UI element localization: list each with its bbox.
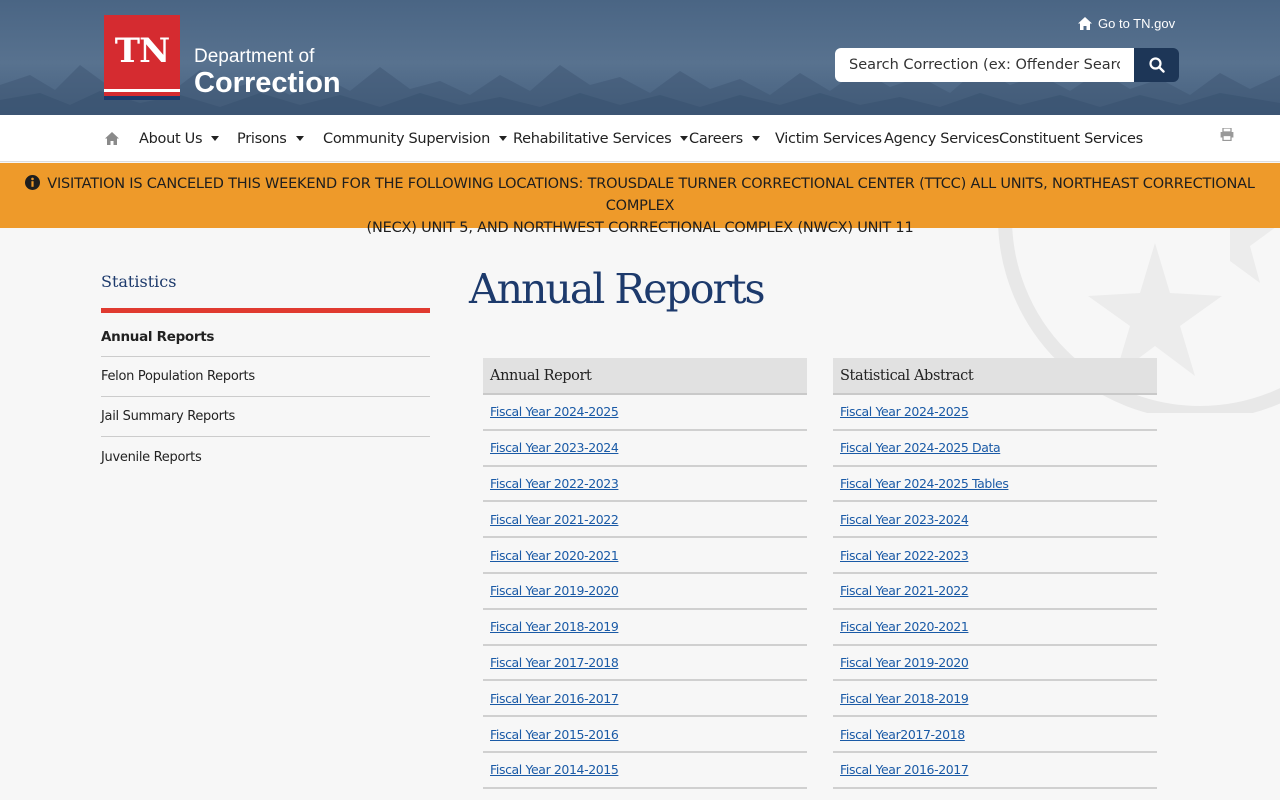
table-row: Fiscal Year 2021-2022 [483, 502, 807, 539]
nav-item-community-supervision[interactable]: Community Supervision [323, 115, 507, 162]
alert-text-line1: VISITATION IS CANCELED THIS WEEKEND FOR … [47, 176, 1255, 214]
nav-item-agency-services[interactable]: Agency Services [884, 115, 999, 162]
caret-down-icon [751, 136, 760, 141]
abstract-link[interactable]: Fiscal Year 2016-2017 [840, 762, 969, 777]
nav-item-label: Agency Services [884, 130, 1000, 147]
report-link[interactable]: Fiscal Year 2023-2024 [490, 440, 619, 455]
search-icon [1148, 57, 1165, 73]
caret-down-icon [295, 136, 304, 141]
main-nav: About Us Prisons Community Supervision R… [0, 115, 1280, 162]
table-row: Fiscal Year 2016-2017 [833, 753, 1157, 789]
nav-item-victim-services[interactable]: Victim Services [775, 115, 882, 162]
abstract-link[interactable]: Fiscal Year 2024-2025 Tables [840, 476, 1009, 491]
nav-item-label: Victim Services [775, 130, 882, 147]
go-to-tn-link[interactable]: Go to TN.gov [1078, 16, 1175, 31]
nav-item-constituent-services[interactable]: Constituent Services [999, 115, 1143, 162]
page-title: Annual Reports [469, 265, 766, 313]
sidebar-nav: Annual Reports Felon Population Reports … [101, 318, 430, 477]
table-row: Fiscal Year 2024-2025 Tables [833, 467, 1157, 503]
table-row: Fiscal Year 2020-2021 [833, 610, 1157, 646]
nav-item-careers[interactable]: Careers [689, 115, 760, 162]
table-row: Fiscal Year 2024-2025 [483, 395, 807, 431]
table-row: Fiscal Year2017-2018 [833, 717, 1157, 753]
site-search [835, 48, 1179, 82]
table-row: Fiscal Year 2018-2019 [483, 610, 807, 646]
search-button[interactable] [1134, 48, 1179, 82]
table-row: Fiscal Year 2022-2023 [833, 538, 1157, 574]
search-input[interactable] [835, 48, 1134, 82]
nav-item-rehabilitative-services[interactable]: Rehabilitative Services [513, 115, 689, 162]
abstract-link[interactable]: Fiscal Year 2024-2025 [840, 404, 969, 419]
abstract-link[interactable]: Fiscal Year2017-2018 [840, 727, 965, 742]
table-row: Fiscal Year 2019-2020 [483, 574, 807, 610]
table-row: Fiscal Year 2022-2023 [483, 467, 807, 503]
logo-line2: Correction [194, 67, 341, 99]
table-header: Statistical Abstract [833, 358, 1157, 395]
go-to-tn-label: Go to TN.gov [1098, 16, 1176, 31]
annual-report-table: Annual Report Fiscal Year 2024-2025 Fisc… [483, 358, 807, 789]
table-row: Fiscal Year 2024-2025 Data [833, 431, 1157, 467]
home-icon[interactable] [105, 131, 119, 145]
caret-down-icon [680, 136, 689, 141]
abstract-link[interactable]: Fiscal Year 2020-2021 [840, 619, 969, 634]
print-icon[interactable] [1220, 128, 1234, 141]
abstract-link[interactable]: Fiscal Year 2024-2025 Data [840, 440, 1001, 455]
report-link[interactable]: Fiscal Year 2024-2025 [490, 404, 619, 419]
alert-line1-wrap: VISITATION IS CANCELED THIS WEEKEND FOR … [0, 173, 1280, 217]
table-row: Fiscal Year 2018-2019 [833, 681, 1157, 718]
tn-doc-logo[interactable]: TN Department of Correction [104, 15, 341, 100]
abstract-link[interactable]: Fiscal Year 2023-2024 [840, 512, 969, 527]
sidebar-divider [101, 308, 430, 313]
nav-item-label: Rehabilitative Services [513, 130, 672, 147]
table-row: Fiscal Year 2023-2024 [833, 502, 1157, 539]
table-row: Fiscal Year 2021-2022 [833, 574, 1157, 610]
report-link[interactable]: Fiscal Year 2020-2021 [490, 548, 619, 563]
nav-item-label: Careers [689, 130, 743, 147]
nav-item-label: Community Supervision [323, 130, 490, 147]
table-row: Fiscal Year 2015-2016 [483, 717, 807, 753]
sidebar-item-annual-reports[interactable]: Annual Reports [101, 318, 430, 357]
report-link[interactable]: Fiscal Year 2016-2017 [490, 691, 619, 706]
sidebar-item-juvenile-reports[interactable]: Juvenile Reports [101, 437, 430, 477]
abstract-link[interactable]: Fiscal Year 2018-2019 [840, 691, 969, 706]
report-link[interactable]: Fiscal Year 2015-2016 [490, 727, 619, 742]
info-icon [25, 175, 41, 190]
table-row: Fiscal Year 2019-2020 [833, 646, 1157, 682]
table-row: Fiscal Year 2014-2015 [483, 753, 807, 789]
sidebar-item-felon-population-reports[interactable]: Felon Population Reports [101, 357, 430, 397]
report-link[interactable]: Fiscal Year 2018-2019 [490, 619, 619, 634]
logo-wordmark: Department of Correction [194, 47, 341, 100]
abstract-link[interactable]: Fiscal Year 2022-2023 [840, 548, 969, 563]
table-header: Annual Report [483, 358, 807, 395]
statistical-abstract-table: Statistical Abstract Fiscal Year 2024-20… [833, 358, 1157, 789]
table-row: Fiscal Year 2024-2025 [833, 395, 1157, 431]
nav-item-label: Prisons [237, 130, 287, 147]
home-icon [1078, 17, 1092, 30]
table-row: Fiscal Year 2020-2021 [483, 538, 807, 574]
tn-logo-mark: TN [104, 15, 180, 100]
sidebar-title[interactable]: Statistics [101, 272, 176, 291]
nav-item-prisons[interactable]: Prisons [237, 115, 304, 162]
nav-item-label: Constituent Services [999, 130, 1143, 147]
abstract-link[interactable]: Fiscal Year 2021-2022 [840, 583, 969, 598]
report-link[interactable]: Fiscal Year 2019-2020 [490, 583, 619, 598]
logo-line1: Department of [194, 46, 315, 67]
report-link[interactable]: Fiscal Year 2014-2015 [490, 762, 619, 777]
table-row: Fiscal Year 2023-2024 [483, 431, 807, 467]
report-link[interactable]: Fiscal Year 2017-2018 [490, 655, 619, 670]
nav-item-about-us[interactable]: About Us [139, 115, 220, 162]
abstract-link[interactable]: Fiscal Year 2019-2020 [840, 655, 969, 670]
table-row: Fiscal Year 2016-2017 [483, 681, 807, 718]
alert-banner: VISITATION IS CANCELED THIS WEEKEND FOR … [0, 163, 1280, 236]
report-link[interactable]: Fiscal Year 2022-2023 [490, 476, 619, 491]
table-row: Fiscal Year 2017-2018 [483, 646, 807, 682]
sidebar-item-jail-summary-reports[interactable]: Jail Summary Reports [101, 397, 430, 437]
report-link[interactable]: Fiscal Year 2021-2022 [490, 512, 619, 527]
nav-item-label: About Us [139, 130, 203, 147]
site-header: TN Department of Correction Go to TN.gov [0, 0, 1280, 115]
caret-down-icon [498, 136, 507, 141]
tn-logo-text: TN [114, 31, 170, 71]
caret-down-icon [211, 136, 220, 141]
